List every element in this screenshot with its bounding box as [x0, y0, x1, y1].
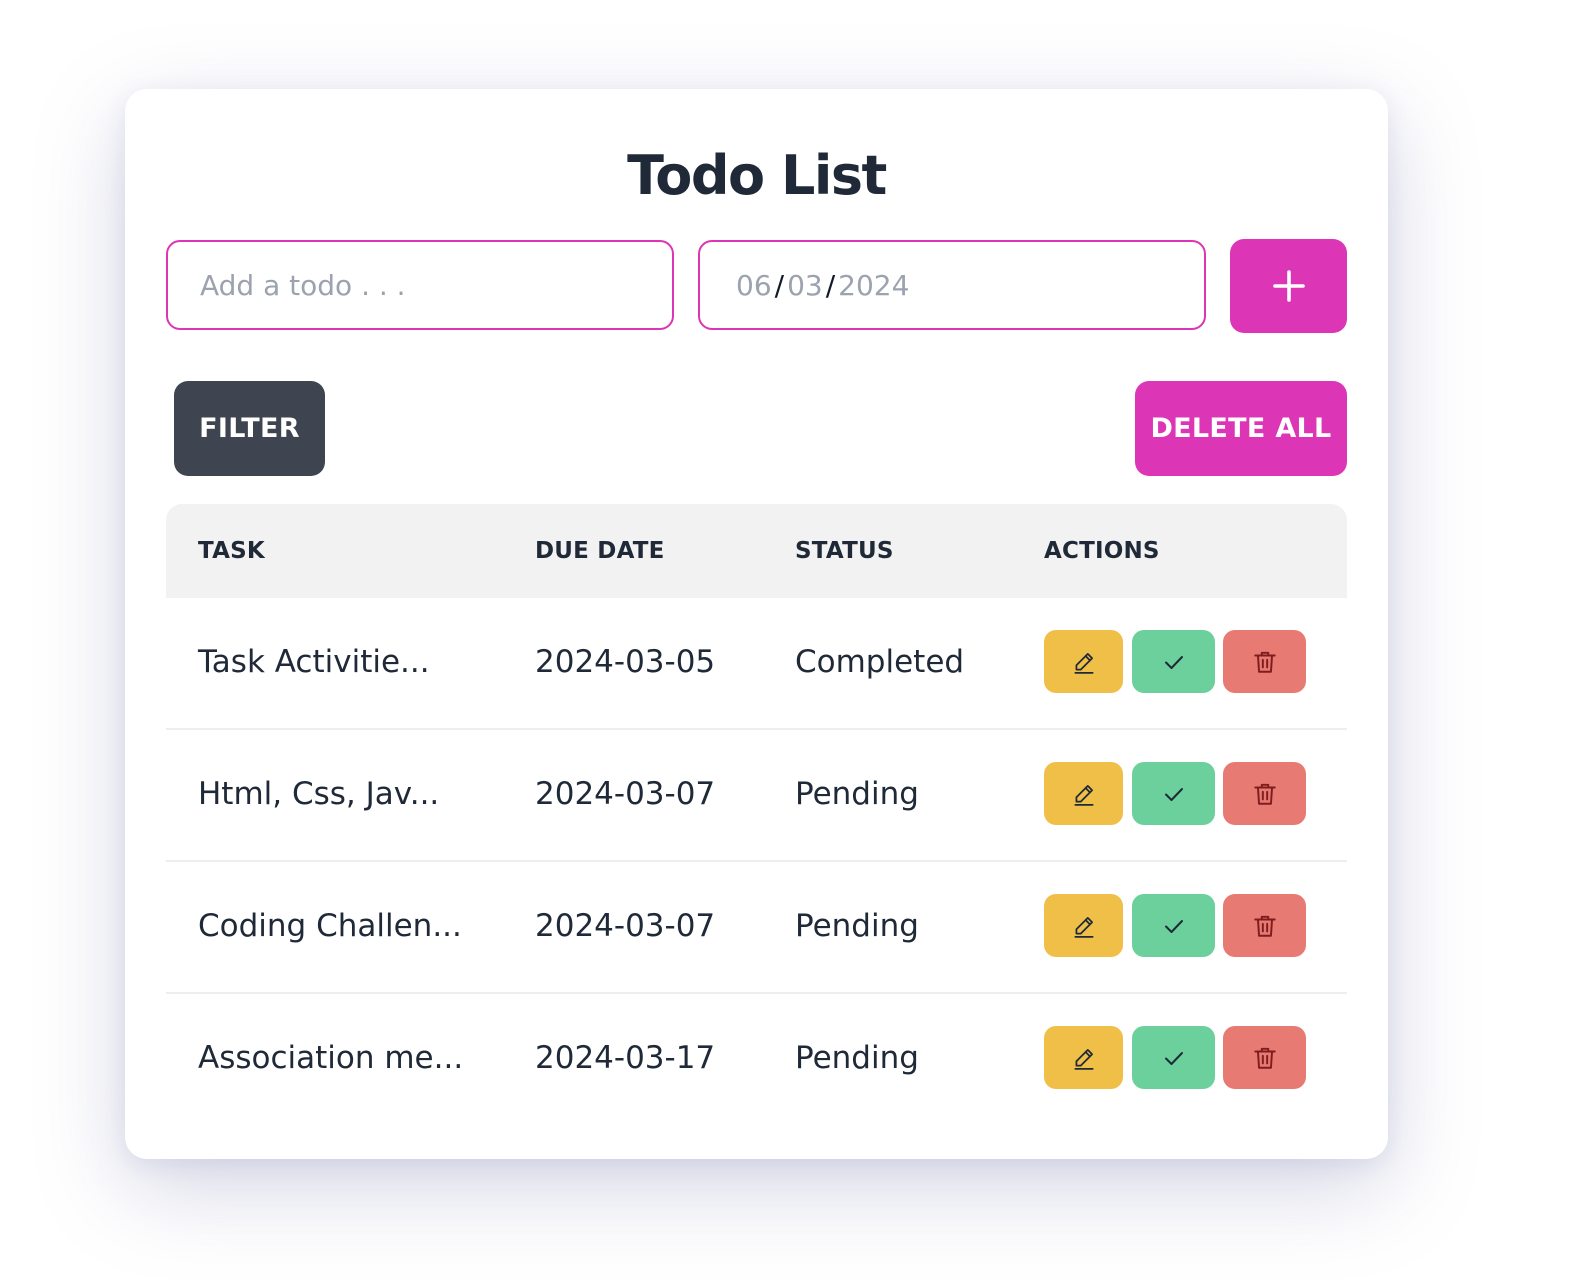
task-name: Task Activitie...	[198, 644, 430, 680]
task-name: Html, Css, Jav...	[198, 776, 440, 812]
header-due-date: DUE DATE	[535, 538, 665, 564]
delete-button[interactable]	[1223, 894, 1306, 957]
delete-button[interactable]	[1223, 1026, 1306, 1089]
header-status: STATUS	[795, 538, 894, 564]
todo-card: Todo List Add a todo . . . 06 / 03 / 202…	[125, 89, 1388, 1159]
due-date: 2024-03-07	[535, 776, 716, 812]
header-task: TASK	[198, 538, 265, 564]
pencil-icon	[1071, 1045, 1097, 1071]
delete-all-button[interactable]: DELETE ALL	[1135, 381, 1347, 476]
due-date: 2024-03-07	[535, 908, 716, 944]
pencil-icon	[1071, 649, 1097, 675]
due-date: 2024-03-17	[535, 1040, 716, 1076]
task-status: Pending	[795, 776, 919, 812]
table-body: Task Activitie... 2024-03-05 Completed H…	[166, 598, 1347, 1124]
edit-button[interactable]	[1044, 894, 1123, 957]
page-title: Todo List	[627, 144, 887, 207]
task-status: Pending	[795, 1040, 919, 1076]
pencil-icon	[1071, 913, 1097, 939]
check-icon	[1162, 782, 1186, 806]
check-icon	[1162, 650, 1186, 674]
complete-button[interactable]	[1132, 894, 1215, 957]
filter-button[interactable]: FILTER	[174, 381, 325, 476]
trash-icon	[1252, 913, 1278, 939]
check-icon	[1162, 914, 1186, 938]
table-row: Html, Css, Jav... 2024-03-07 Pending	[166, 730, 1347, 862]
date-separator: /	[774, 268, 785, 302]
table-row: Task Activitie... 2024-03-05 Completed	[166, 598, 1347, 730]
delete-button[interactable]	[1223, 762, 1306, 825]
edit-button[interactable]	[1044, 762, 1123, 825]
task-status: Completed	[795, 644, 965, 680]
pencil-icon	[1071, 781, 1097, 807]
task-status: Pending	[795, 908, 919, 944]
complete-button[interactable]	[1132, 762, 1215, 825]
date-month[interactable]: 06	[736, 269, 772, 302]
todo-input[interactable]: Add a todo . . .	[166, 240, 674, 330]
date-separator: /	[825, 268, 836, 302]
complete-button[interactable]	[1132, 1026, 1215, 1089]
table-header: TASK DUE DATE STATUS ACTIONS	[166, 504, 1347, 598]
task-name: Coding Challen...	[198, 908, 462, 944]
date-year[interactable]: 2024	[838, 269, 909, 302]
due-date-input[interactable]: 06 / 03 / 2024	[698, 240, 1206, 330]
trash-icon	[1252, 781, 1278, 807]
trash-icon	[1252, 1045, 1278, 1071]
trash-icon	[1252, 649, 1278, 675]
edit-button[interactable]	[1044, 630, 1123, 693]
table-row: Coding Challen... 2024-03-07 Pending	[166, 862, 1347, 994]
due-date: 2024-03-05	[535, 644, 716, 680]
add-todo-button[interactable]	[1230, 239, 1347, 333]
header-actions: ACTIONS	[1044, 538, 1160, 564]
task-name: Association me...	[198, 1040, 464, 1076]
edit-button[interactable]	[1044, 1026, 1123, 1089]
date-day[interactable]: 03	[787, 269, 823, 302]
todo-table: TASK DUE DATE STATUS ACTIONS Task Activi…	[166, 504, 1347, 1124]
table-row: Association me... 2024-03-17 Pending	[166, 994, 1347, 1124]
check-icon	[1162, 1046, 1186, 1070]
complete-button[interactable]	[1132, 630, 1215, 693]
todo-input-placeholder: Add a todo . . .	[200, 268, 406, 302]
plus-icon	[1272, 269, 1306, 303]
delete-button[interactable]	[1223, 630, 1306, 693]
